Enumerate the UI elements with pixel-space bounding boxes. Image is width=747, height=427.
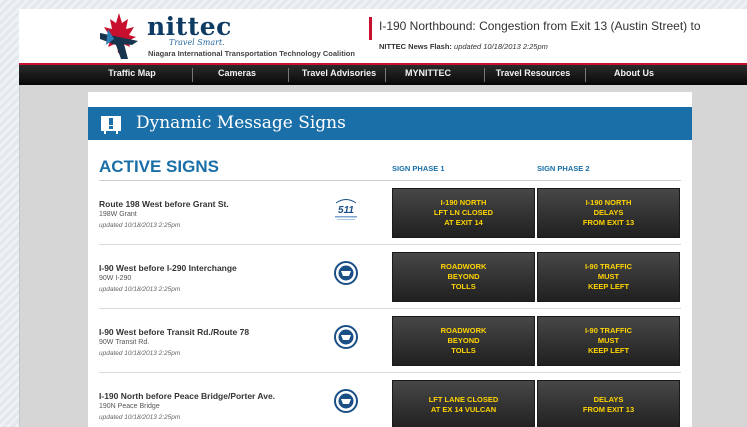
news-flash: NITTEC News Flash: updated 10/18/2013 2:… bbox=[379, 42, 548, 51]
main-nav: Traffic Map Cameras Travel Advisories MY… bbox=[19, 63, 747, 85]
sign-code: 90W Transit Rd. bbox=[99, 339, 150, 346]
sign-phase2-display: I-90 TRAFFIC MUST KEEP LEFT bbox=[537, 252, 680, 302]
sign-row: Route 198 West before Grant St. 198W Gra… bbox=[99, 181, 681, 245]
nav-about-us[interactable]: About Us bbox=[604, 68, 664, 84]
sign-text-line: DELAYS bbox=[593, 208, 624, 217]
active-signs-heading: ACTIVE SIGNS bbox=[99, 157, 219, 176]
nav-divider bbox=[192, 68, 193, 82]
sign-text-line: TOLLS bbox=[451, 346, 476, 355]
news-flash-label: NITTEC News Flash: bbox=[379, 42, 452, 51]
nys-thruway-icon bbox=[334, 261, 358, 285]
nav-cameras[interactable]: Cameras bbox=[207, 68, 267, 84]
message-sign-icon bbox=[101, 116, 121, 134]
nav-mynittec[interactable]: MYNITTEC bbox=[391, 68, 465, 84]
brand-name[interactable]: nittec bbox=[147, 12, 232, 41]
sign-text-line: FROM EXIT 13 bbox=[582, 405, 635, 414]
sign-phase2-display: I-190 NORTH DELAYS FROM EXIT 13 bbox=[537, 188, 680, 238]
section-banner: Dynamic Message Signs bbox=[88, 107, 692, 140]
sign-text-line: I-90 TRAFFIC bbox=[584, 262, 633, 271]
sign-text-line: AT EX 14 VULCAN bbox=[430, 405, 497, 414]
sign-updated: updated 10/18/2013 2:25pm bbox=[99, 350, 181, 357]
brand-org-name: Niagara International Transportation Tec… bbox=[148, 49, 355, 58]
news-flash-updated: updated 10/18/2013 2:25pm bbox=[454, 42, 548, 51]
sign-text-line: MUST bbox=[597, 336, 620, 345]
sign-phase2-display: DELAYS FROM EXIT 13 bbox=[537, 380, 680, 427]
sign-location[interactable]: Route 198 West before Grant St. bbox=[99, 199, 229, 209]
sign-text-line: I-190 NORTH bbox=[440, 198, 487, 207]
nys-thruway-icon bbox=[334, 325, 358, 349]
nav-traffic-map[interactable]: Traffic Map bbox=[97, 68, 167, 84]
traffic-alert-text[interactable]: I-190 Northbound: Congestion from Exit 1… bbox=[379, 19, 728, 33]
brand-tagline: Travel Smart. bbox=[169, 38, 225, 47]
511-icon: 511 bbox=[335, 199, 357, 220]
sign-text-line: MUST bbox=[597, 272, 620, 281]
sign-row: I-90 West before I-290 Interchange 90W I… bbox=[99, 245, 681, 309]
sign-text-line: KEEP LEFT bbox=[587, 282, 630, 291]
sign-location[interactable]: I-90 West before I-290 Interchange bbox=[99, 263, 237, 273]
sign-text-line: AT EXIT 14 bbox=[444, 218, 483, 227]
sign-updated: updated 10/18/2013 2:25pm bbox=[99, 414, 181, 421]
sign-phase2-display: I-90 TRAFFIC MUST KEEP LEFT bbox=[537, 316, 680, 366]
sign-phase1-display: I-190 NORTH LFT LN CLOSED AT EXIT 14 bbox=[392, 188, 535, 238]
sign-updated: updated 10/18/2013 2:25pm bbox=[99, 286, 181, 293]
sign-location[interactable]: I-90 West before Transit Rd./Route 78 bbox=[99, 327, 249, 337]
sign-row: I-190 North before Peace Bridge/Porter A… bbox=[99, 373, 681, 427]
nav-travel-resources[interactable]: Travel Resources bbox=[487, 68, 579, 84]
sign-text-line: LFT LANE CLOSED bbox=[428, 395, 499, 404]
sign-text-line: FROM EXIT 13 bbox=[582, 218, 635, 227]
sign-phase1-display: ROADWORK BEYOND TOLLS bbox=[392, 252, 535, 302]
site-header: nittec Travel Smart. Niagara Internation… bbox=[19, 9, 747, 63]
sign-text-line: I-90 TRAFFIC bbox=[584, 326, 633, 335]
sign-phase1-display: LFT LANE CLOSED AT EX 14 VULCAN bbox=[392, 380, 535, 427]
nav-divider bbox=[585, 68, 586, 82]
maple-leaf-logo-icon[interactable] bbox=[94, 11, 144, 61]
sign-code: 90W I-290 bbox=[99, 275, 132, 282]
nav-divider bbox=[385, 68, 386, 82]
phase2-heading: SIGN PHASE 2 bbox=[537, 164, 590, 173]
sign-text-line: BEYOND bbox=[447, 272, 480, 281]
sign-text-line: DELAYS bbox=[593, 395, 624, 404]
nys-thruway-icon bbox=[334, 389, 358, 413]
sign-text-line: I-190 NORTH bbox=[585, 198, 632, 207]
outer-border-top bbox=[0, 0, 747, 9]
sign-location[interactable]: I-190 North before Peace Bridge/Porter A… bbox=[99, 391, 275, 401]
agency-511-label: 511 bbox=[338, 205, 354, 216]
sign-text-line: KEEP LEFT bbox=[587, 346, 630, 355]
alert-accent-bar bbox=[369, 17, 372, 40]
sign-text-line: ROADWORK bbox=[440, 326, 487, 335]
page-title: Dynamic Message Signs bbox=[136, 113, 346, 133]
sign-row: I-90 West before Transit Rd./Route 78 90… bbox=[99, 309, 681, 373]
sign-updated: updated 10/18/2013 2:25pm bbox=[99, 222, 181, 229]
sign-text-line: ROADWORK bbox=[440, 262, 487, 271]
sign-code: 190N Peace Bridge bbox=[99, 403, 160, 410]
nav-travel-advisories[interactable]: Travel Advisories bbox=[289, 68, 389, 84]
sign-code: 198W Grant bbox=[99, 211, 137, 218]
sign-text-line: TOLLS bbox=[451, 282, 476, 291]
phase1-heading: SIGN PHASE 1 bbox=[392, 164, 445, 173]
sign-phase1-display: ROADWORK BEYOND TOLLS bbox=[392, 316, 535, 366]
outer-border-left bbox=[0, 0, 19, 427]
sign-text-line: BEYOND bbox=[447, 336, 480, 345]
nav-divider bbox=[484, 68, 485, 82]
sign-text-line: LFT LN CLOSED bbox=[433, 208, 494, 217]
